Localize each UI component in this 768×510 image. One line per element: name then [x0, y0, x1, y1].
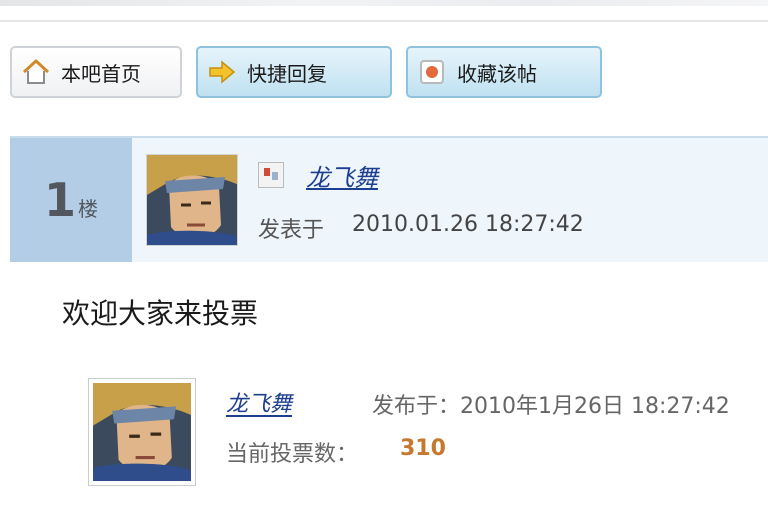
- vote-avatar-image: [93, 383, 191, 481]
- arrow-right-icon: [207, 57, 237, 87]
- top-cropped-text: [0, 0, 768, 6]
- bookmark-icon: [417, 57, 447, 87]
- quick-reply-label: 快捷回复: [247, 61, 327, 86]
- floor-number-value: 1: [43, 173, 76, 227]
- avatar[interactable]: [146, 154, 238, 246]
- forum-home-label: 本吧首页: [61, 61, 141, 86]
- favorite-post-label: 收藏该帖: [457, 61, 537, 86]
- posted-label: 发表于: [258, 218, 325, 243]
- post-author-link[interactable]: 龙飞舞: [306, 158, 378, 193]
- house-icon: [21, 57, 51, 87]
- quick-reply-button[interactable]: 快捷回复: [196, 46, 392, 98]
- posted-time: 2010.01.26 18:27:42: [352, 212, 584, 237]
- user-badge-icon: [258, 162, 284, 188]
- post-content: 欢迎大家来投票: [62, 297, 259, 330]
- forum-home-button[interactable]: 本吧首页: [10, 46, 182, 98]
- floor-suffix: 楼: [78, 196, 98, 221]
- favorite-post-button[interactable]: 收藏该帖: [406, 46, 602, 98]
- vote-published-time: 发布于：2010年1月26日 18:27:42: [372, 394, 730, 419]
- vote-count-label: 当前投票数：: [226, 442, 359, 467]
- vote-avatar[interactable]: [88, 378, 196, 486]
- vote-author-link[interactable]: 龙飞舞: [226, 386, 292, 418]
- floor-number: 1 楼: [10, 138, 132, 262]
- post-header: 1 楼 龙飞舞 发表于 2010.01.26 18:27:42: [10, 136, 768, 262]
- top-divider: [0, 20, 768, 22]
- avatar-image: [147, 155, 237, 245]
- vote-count-value: 310: [400, 436, 446, 461]
